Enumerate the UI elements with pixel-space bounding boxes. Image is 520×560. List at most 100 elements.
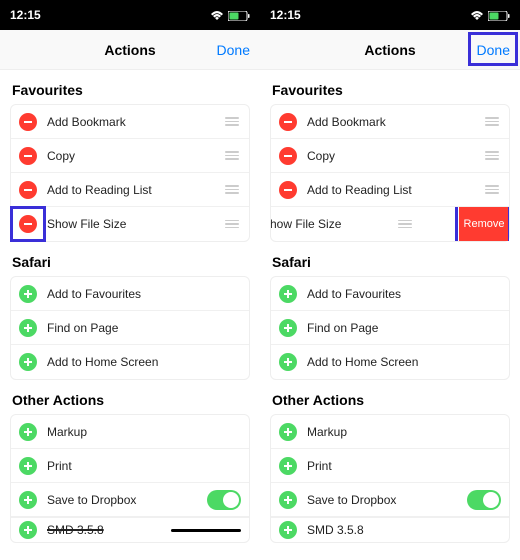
other-list: Markup Print Save to Dropbox SMD 3.5.8: [270, 414, 510, 543]
list-item[interactable]: Save to Dropbox: [271, 483, 509, 517]
item-label: Markup: [47, 425, 241, 439]
item-label: Print: [47, 459, 241, 473]
add-icon[interactable]: [279, 353, 297, 371]
section-header-safari: Safari: [0, 242, 260, 276]
annotation-highlight: [468, 32, 518, 66]
add-icon[interactable]: [279, 521, 297, 539]
drag-handle-icon[interactable]: [223, 151, 241, 160]
nav-bar: Actions Done: [260, 30, 520, 70]
favourites-list: Add Bookmark Copy Add to Reading List: [270, 104, 510, 242]
add-icon[interactable]: [279, 285, 297, 303]
item-label: Copy: [307, 149, 483, 163]
drag-handle-icon[interactable]: [396, 220, 414, 229]
list-item-swiped[interactable]: Show File Size Remove: [271, 207, 509, 241]
list-item[interactable]: Show File Size: [11, 207, 249, 241]
add-icon[interactable]: [279, 491, 297, 509]
toggle-switch[interactable]: [207, 490, 241, 510]
item-label: Print: [307, 459, 501, 473]
done-button[interactable]: Done: [217, 42, 250, 58]
list-item[interactable]: Add to Reading List: [271, 173, 509, 207]
list-item[interactable]: Print: [11, 449, 249, 483]
status-icons: [470, 8, 510, 22]
list-item[interactable]: Add Bookmark: [11, 105, 249, 139]
list-item[interactable]: SMD 3.5.8: [271, 517, 509, 542]
item-label: Add to Reading List: [307, 183, 483, 197]
list-item[interactable]: Print: [271, 449, 509, 483]
item-label: Add Bookmark: [307, 115, 483, 129]
item-label: SMD 3.5.8: [307, 523, 501, 537]
nav-bar: Actions Done: [0, 30, 260, 70]
section-header-favourites: Favourites: [0, 70, 260, 104]
drag-handle-icon[interactable]: [483, 185, 501, 194]
section-header-safari: Safari: [260, 242, 520, 276]
add-icon[interactable]: [19, 491, 37, 509]
item-label: Add to Favourites: [47, 287, 241, 301]
battery-icon: [488, 8, 510, 22]
list-item[interactable]: Add to Favourites: [271, 277, 509, 311]
safari-list: Add to Favourites Find on Page Add to Ho…: [270, 276, 510, 380]
remove-icon[interactable]: [19, 181, 37, 199]
add-icon[interactable]: [19, 423, 37, 441]
status-time: 12:15: [270, 8, 301, 22]
item-label: Copy: [47, 149, 223, 163]
status-time: 12:15: [10, 8, 41, 22]
list-item[interactable]: SMD 3.5.8: [11, 517, 249, 542]
list-item[interactable]: Find on Page: [271, 311, 509, 345]
item-label: Add to Reading List: [47, 183, 223, 197]
item-label: Add to Home Screen: [307, 355, 501, 369]
list-item[interactable]: Markup: [11, 415, 249, 449]
list-item[interactable]: Add to Home Screen: [271, 345, 509, 379]
item-label: Show File Size: [271, 217, 396, 231]
item-label: Find on Page: [47, 321, 241, 335]
list-item[interactable]: Add Bookmark: [271, 105, 509, 139]
list-item[interactable]: Find on Page: [11, 311, 249, 345]
list-item[interactable]: Copy: [11, 139, 249, 173]
wifi-icon: [470, 8, 484, 22]
list-item[interactable]: Copy: [271, 139, 509, 173]
remove-icon[interactable]: [279, 113, 297, 131]
list-item[interactable]: Markup: [271, 415, 509, 449]
remove-icon[interactable]: [279, 147, 297, 165]
drag-handle-icon[interactable]: [223, 185, 241, 194]
drag-handle-icon[interactable]: [223, 220, 241, 229]
remove-icon[interactable]: [279, 181, 297, 199]
home-indicator: [171, 529, 241, 532]
favourites-list: Add Bookmark Copy Add to Reading List S: [10, 104, 250, 242]
add-icon[interactable]: [19, 457, 37, 475]
item-label: SMD 3.5.8: [47, 523, 131, 537]
item-label: Markup: [307, 425, 501, 439]
wifi-icon: [210, 8, 224, 22]
drag-handle-icon[interactable]: [483, 117, 501, 126]
status-icons: [210, 8, 250, 22]
add-icon[interactable]: [19, 319, 37, 337]
list-item[interactable]: Add to Favourites: [11, 277, 249, 311]
add-icon[interactable]: [279, 319, 297, 337]
item-label: Add to Home Screen: [47, 355, 241, 369]
annotation-highlight: [455, 207, 509, 241]
battery-icon: [228, 8, 250, 22]
other-list: Markup Print Save to Dropbox SMD 3.5.8: [10, 414, 250, 543]
item-label: Add Bookmark: [47, 115, 223, 129]
item-label: Save to Dropbox: [47, 493, 207, 507]
add-icon[interactable]: [19, 285, 37, 303]
item-label: Show File Size: [47, 217, 223, 231]
section-header-favourites: Favourites: [260, 70, 520, 104]
drag-handle-icon[interactable]: [483, 151, 501, 160]
toggle-switch[interactable]: [467, 490, 501, 510]
list-item[interactable]: Add to Home Screen: [11, 345, 249, 379]
list-item[interactable]: Add to Reading List: [11, 173, 249, 207]
section-header-other: Other Actions: [260, 380, 520, 414]
drag-handle-icon[interactable]: [223, 117, 241, 126]
add-icon[interactable]: [279, 457, 297, 475]
add-icon[interactable]: [19, 521, 37, 539]
annotation-highlight: [10, 206, 46, 242]
remove-icon[interactable]: [19, 147, 37, 165]
content: Favourites Add Bookmark Copy Add to Read…: [0, 70, 260, 560]
add-icon[interactable]: [19, 353, 37, 371]
add-icon[interactable]: [279, 423, 297, 441]
remove-icon[interactable]: [19, 113, 37, 131]
section-header-other: Other Actions: [0, 380, 260, 414]
phone-left: 12:15 Actions Done Favourites Add Bookma…: [0, 0, 260, 560]
list-item[interactable]: Save to Dropbox: [11, 483, 249, 517]
safari-list: Add to Favourites Find on Page Add to Ho…: [10, 276, 250, 380]
